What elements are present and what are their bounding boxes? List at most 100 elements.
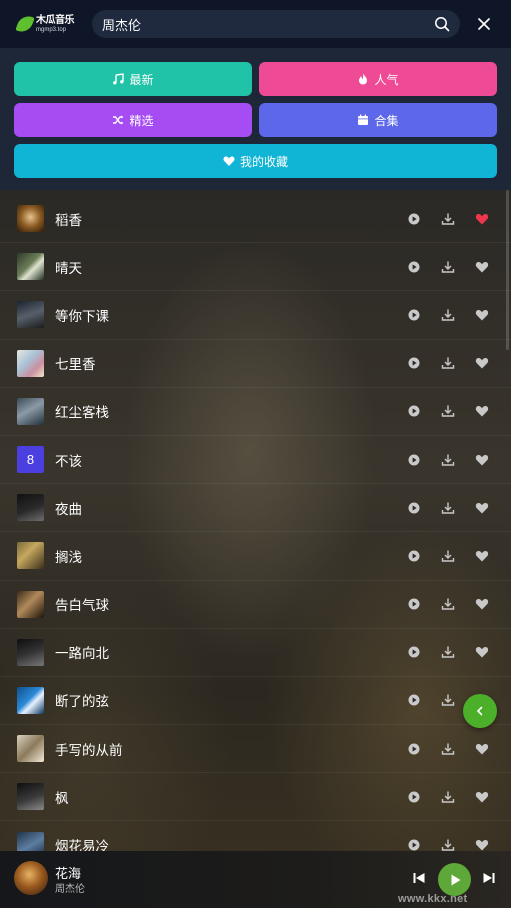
play-circle-icon[interactable] <box>407 693 421 707</box>
back-fab-button[interactable] <box>463 694 497 728</box>
play-circle-icon[interactable] <box>407 453 421 467</box>
song-cover[interactable] <box>17 349 44 377</box>
now-playing-cover[interactable] <box>14 861 48 895</box>
song-cover[interactable] <box>17 686 44 714</box>
heart-icon[interactable] <box>475 212 489 226</box>
download-icon[interactable] <box>441 597 455 611</box>
play-circle-icon[interactable] <box>407 308 421 322</box>
play-circle-icon[interactable] <box>407 838 421 852</box>
song-row[interactable]: 枫 <box>0 773 511 822</box>
download-icon[interactable] <box>441 645 455 659</box>
song-cover[interactable]: 8 <box>17 446 44 474</box>
song-cover[interactable] <box>17 542 44 570</box>
song-row[interactable]: 手写的从前 <box>0 725 511 774</box>
close-icon[interactable] <box>476 16 492 32</box>
song-row[interactable]: 告白气球 <box>0 581 511 629</box>
heart-icon[interactable] <box>475 549 489 563</box>
song-title[interactable]: 断了的弦 <box>55 690 109 710</box>
song-row[interactable]: 一路向北 <box>0 629 511 677</box>
song-list: 稻香晴天等你下课七里香红尘客栈 8 不该夜曲搁浅告白气球一路向北断了的弦手写的从前枫… <box>0 195 511 870</box>
song-title[interactable]: 红尘客栈 <box>55 401 109 421</box>
heart-icon[interactable] <box>475 645 489 659</box>
song-title[interactable]: 告白气球 <box>55 594 109 614</box>
popular-button[interactable]: 人气 <box>259 62 497 96</box>
song-cover[interactable] <box>17 638 44 666</box>
play-circle-icon[interactable] <box>407 790 421 804</box>
song-title[interactable]: 夜曲 <box>55 498 82 518</box>
heart-icon[interactable] <box>475 597 489 611</box>
heart-icon[interactable] <box>475 260 489 274</box>
song-row[interactable]: 8 不该 <box>0 436 511 485</box>
play-circle-icon[interactable] <box>407 645 421 659</box>
download-icon[interactable] <box>441 260 455 274</box>
song-title[interactable]: 枫 <box>55 787 69 807</box>
play-button[interactable] <box>438 863 471 896</box>
heart-icon[interactable] <box>475 356 489 370</box>
latest-label: 最新 <box>129 72 154 87</box>
play-circle-icon[interactable] <box>407 404 421 418</box>
song-cover[interactable] <box>17 590 44 618</box>
play-circle-icon[interactable] <box>407 549 421 563</box>
song-row[interactable]: 红尘客栈 <box>0 388 511 436</box>
latest-button[interactable]: 最新 <box>14 62 252 96</box>
song-row[interactable]: 搁浅 <box>0 532 511 581</box>
song-cover[interactable] <box>17 397 44 425</box>
heart-icon[interactable] <box>475 790 489 804</box>
heart-icon <box>223 156 235 166</box>
download-icon[interactable] <box>441 308 455 322</box>
download-icon[interactable] <box>441 404 455 418</box>
picks-button[interactable]: 精选 <box>14 103 252 137</box>
play-circle-icon[interactable] <box>407 356 421 370</box>
heart-icon[interactable] <box>475 838 489 852</box>
search-icon[interactable] <box>434 16 450 32</box>
app-logo[interactable]: 木瓜音乐 mgmp3.top <box>15 13 82 35</box>
song-title[interactable]: 不该 <box>55 450 82 470</box>
search-box[interactable] <box>92 10 460 38</box>
song-title[interactable]: 晴天 <box>55 257 82 277</box>
skip-previous-icon[interactable] <box>412 871 426 885</box>
song-row[interactable]: 夜曲 <box>0 484 511 533</box>
song-row[interactable]: 断了的弦 <box>0 677 511 726</box>
heart-icon[interactable] <box>475 404 489 418</box>
play-circle-icon[interactable] <box>407 501 421 515</box>
search-input[interactable] <box>102 16 434 32</box>
heart-icon[interactable] <box>475 453 489 467</box>
download-icon[interactable] <box>441 693 455 707</box>
download-icon[interactable] <box>441 790 455 804</box>
list-scrollbar[interactable] <box>506 190 509 350</box>
song-row[interactable]: 七里香 <box>0 340 511 388</box>
song-cover[interactable] <box>17 301 44 329</box>
skip-next-icon[interactable] <box>482 871 496 885</box>
play-circle-icon[interactable] <box>407 260 421 274</box>
song-cover[interactable] <box>17 494 44 522</box>
song-cover[interactable] <box>17 205 44 233</box>
song-title[interactable]: 稻香 <box>55 209 82 229</box>
song-cover[interactable] <box>17 783 44 811</box>
play-circle-icon[interactable] <box>407 742 421 756</box>
favorites-button[interactable]: 我的收藏 <box>14 144 497 178</box>
download-icon[interactable] <box>441 356 455 370</box>
play-circle-icon[interactable] <box>407 597 421 611</box>
download-icon[interactable] <box>441 549 455 563</box>
song-row[interactable]: 等你下课 <box>0 291 511 340</box>
collection-button[interactable]: 合集 <box>259 103 497 137</box>
download-icon[interactable] <box>441 453 455 467</box>
heart-icon[interactable] <box>475 501 489 515</box>
song-cover[interactable] <box>17 735 44 763</box>
song-row[interactable]: 稻香 <box>0 195 511 244</box>
song-title[interactable]: 等你下课 <box>55 305 109 325</box>
download-icon[interactable] <box>441 501 455 515</box>
heart-icon[interactable] <box>475 308 489 322</box>
download-icon[interactable] <box>441 838 455 852</box>
song-title[interactable]: 手写的从前 <box>55 739 123 759</box>
song-title[interactable]: 一路向北 <box>55 642 109 662</box>
now-playing-artist: 周杰伦 <box>55 884 85 895</box>
download-icon[interactable] <box>441 212 455 226</box>
song-title[interactable]: 搁浅 <box>55 546 82 566</box>
song-cover[interactable] <box>17 253 44 281</box>
song-title[interactable]: 七里香 <box>55 353 96 373</box>
heart-icon[interactable] <box>475 742 489 756</box>
song-row[interactable]: 晴天 <box>0 243 511 292</box>
download-icon[interactable] <box>441 742 455 756</box>
play-circle-icon[interactable] <box>407 212 421 226</box>
